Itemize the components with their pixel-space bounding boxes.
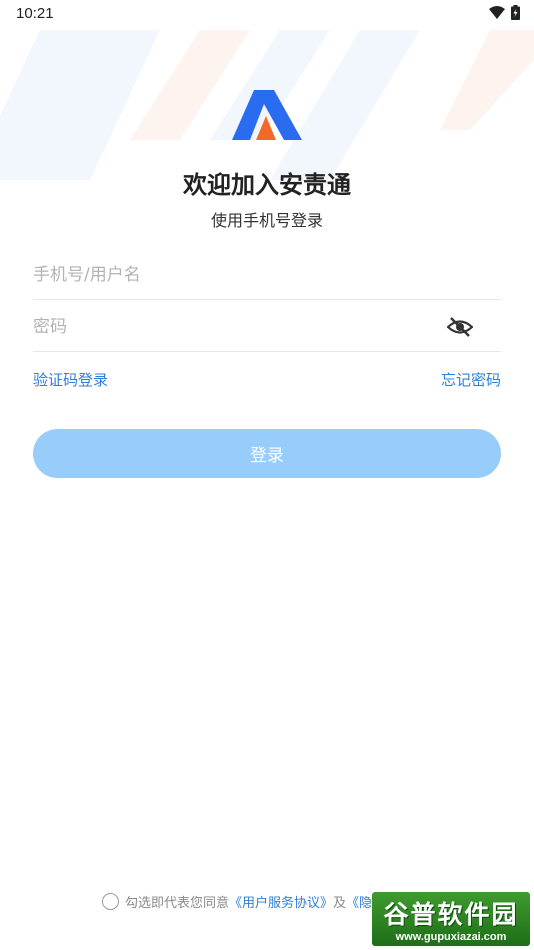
watermark-url: www.gupuxiazai.com (395, 931, 507, 943)
password-field-container (33, 302, 501, 352)
login-button[interactable]: 登录 (33, 429, 501, 478)
battery-icon (511, 5, 520, 20)
user-agreement-link[interactable]: 《用户服务协议》 (229, 892, 333, 911)
code-login-link[interactable]: 验证码登录 (33, 369, 108, 390)
agree-radio[interactable] (102, 893, 119, 910)
phone-input[interactable] (33, 250, 501, 299)
password-input[interactable] (33, 302, 501, 351)
phone-field-container (33, 250, 501, 300)
wifi-icon (489, 5, 505, 19)
status-time: 10:21 (16, 5, 54, 22)
status-bar: 10:21 (0, 0, 534, 28)
page-title: 欢迎加入安责通 (183, 171, 351, 199)
status-icons (489, 5, 520, 20)
watermark-text: 谷普软件园 (383, 900, 519, 929)
agreement-prefix: 勾选即代表您同意 (125, 896, 230, 911)
watermark-logo: 谷普软件园 www.gupuxiazai.com (372, 892, 530, 946)
privacy-policy-link[interactable]: 《隐 (346, 892, 372, 911)
eye-off-icon[interactable] (447, 315, 473, 339)
app-logo-icon (232, 90, 302, 140)
page-subtitle: 使用手机号登录 (210, 211, 323, 230)
agreement-row: 勾选即代表您同意 《用户服务协议》 及 《隐 (102, 892, 372, 911)
agreement-and: 及 (333, 896, 347, 911)
forgot-password-link[interactable]: 忘记密码 (441, 369, 501, 390)
